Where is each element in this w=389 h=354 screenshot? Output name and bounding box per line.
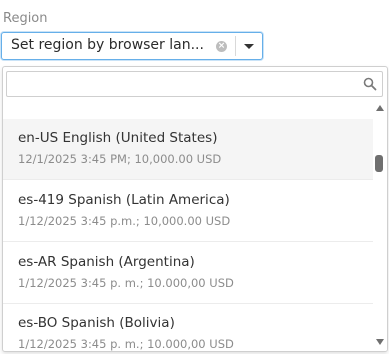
options-scrollbar[interactable] — [373, 101, 387, 351]
search-icon — [363, 77, 377, 91]
option-example: 1/12/2025 3:45 p.m.; 10,000.00 USD — [18, 214, 231, 228]
scrollbar-thumb[interactable] — [375, 155, 383, 172]
option-example: 12/1/2025 3:45 PM; 10,000.00 USD — [18, 152, 222, 166]
list-item[interactable]: es-AR Spanish (Argentina) 1/12/2025 3:45… — [3, 243, 373, 304]
search-box[interactable] — [6, 71, 383, 97]
list-item[interactable]: es-BO Spanish (Bolivia) 1/12/2025 3:45 p… — [3, 304, 373, 351]
option-example: 1/12/2025 3:45 p. m.; 10.000,00 USD — [18, 276, 234, 290]
option-example: 1/12/2025 3:45 p. m.; 10.000,00 USD — [18, 337, 234, 351]
chevron-down-icon — [244, 44, 254, 49]
region-label: Region — [3, 11, 48, 26]
options-list: en-US English (United States) 12/1/2025 … — [3, 101, 373, 351]
option-label: es-BO Spanish (Bolivia) — [18, 315, 175, 331]
clear-circle-icon[interactable]: × — [216, 41, 227, 52]
region-select[interactable]: Set region by browser lan... × — [1, 32, 263, 60]
scroll-up-arrow-icon[interactable] — [376, 105, 384, 111]
option-label: es-419 Spanish (Latin America) — [18, 192, 230, 208]
list-item[interactable]: en-US English (United States) 12/1/2025 … — [3, 119, 373, 180]
list-item[interactable]: es-419 Spanish (Latin America) 1/12/2025… — [3, 181, 373, 242]
region-field: Region Set region by browser lan... × en… — [0, 0, 389, 354]
region-select-value[interactable]: Set region by browser lan... — [11, 37, 206, 53]
dropdown-toggle-button[interactable] — [236, 33, 262, 59]
option-label: en-US English (United States) — [18, 130, 218, 146]
region-dropdown-panel: en-US English (United States) 12/1/2025 … — [2, 66, 388, 352]
search-input[interactable] — [9, 74, 363, 96]
option-label: es-AR Spanish (Argentina) — [18, 254, 195, 270]
scroll-down-arrow-icon[interactable] — [376, 339, 384, 345]
